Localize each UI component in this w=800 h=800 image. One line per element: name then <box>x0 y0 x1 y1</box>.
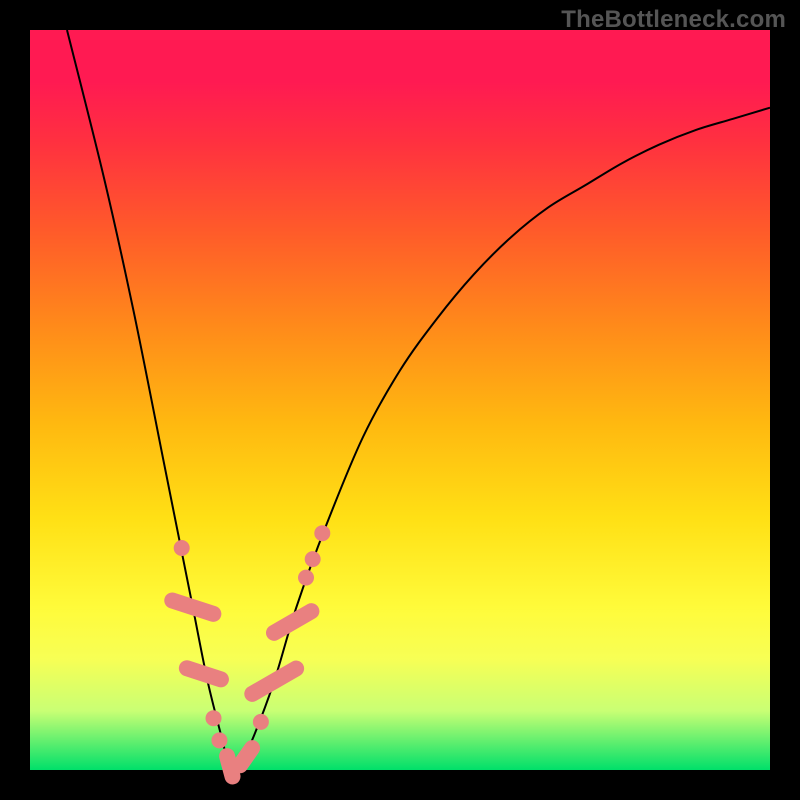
marker-dot <box>305 551 321 567</box>
marker-pill <box>241 658 307 705</box>
marker-dot <box>298 570 314 586</box>
marker-dot <box>253 714 269 730</box>
marker-dot <box>314 525 330 541</box>
plot-area <box>30 30 770 770</box>
marker-dot <box>211 732 227 748</box>
marker-pill <box>263 600 322 643</box>
chart-frame: TheBottleneck.com <box>0 0 800 800</box>
marker-dot <box>206 710 222 726</box>
bottleneck-curve <box>67 30 770 774</box>
marker-layer <box>162 525 330 786</box>
curve-layer <box>30 30 770 770</box>
marker-pill <box>162 590 223 624</box>
marker-dot <box>174 540 190 556</box>
